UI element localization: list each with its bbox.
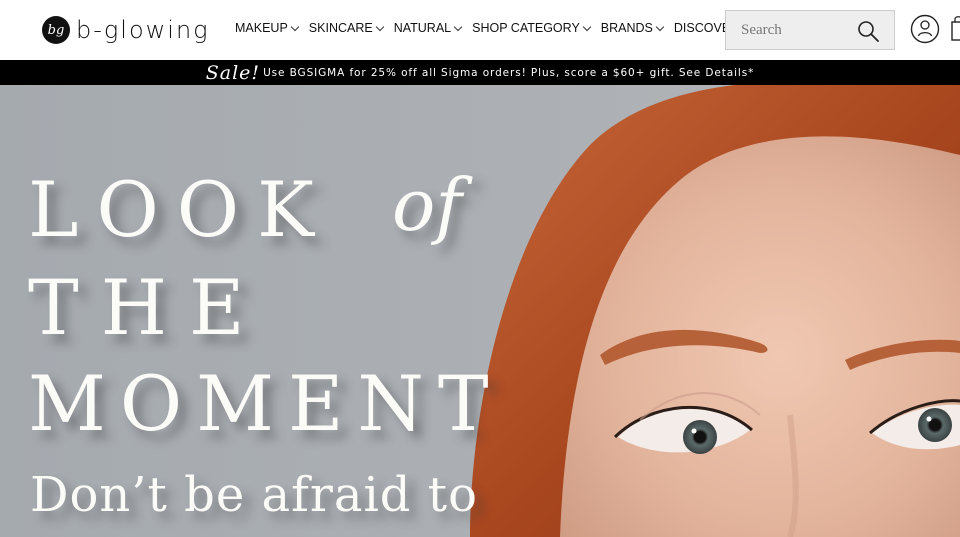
nav-label: BRANDS bbox=[600, 21, 653, 35]
hero-banner[interactable]: LOOK of THE MOMENT Don’t be afraid to bbox=[0, 85, 960, 537]
shopping-bag-icon[interactable] bbox=[950, 14, 960, 42]
hero-title-the: THE bbox=[28, 263, 267, 352]
nav-label: SHOP CATEGORY bbox=[472, 21, 580, 35]
chevron-down-icon bbox=[453, 22, 463, 31]
main-nav: MAKEUP SKINCARE NATURAL SHOP CATEGORY BR… bbox=[235, 21, 759, 35]
hero-subtitle: Don’t be afraid to bbox=[30, 467, 478, 523]
site-logo[interactable]: bg b-glowing bbox=[42, 15, 210, 45]
nav-label: NATURAL bbox=[393, 21, 452, 35]
nav-item-shop-category[interactable]: SHOP CATEGORY bbox=[472, 21, 592, 35]
user-account-icon[interactable] bbox=[910, 14, 940, 44]
hero-title-look: LOOK bbox=[28, 165, 332, 254]
nav-label: SKINCARE bbox=[308, 21, 373, 35]
hero-title-moment: MOMENT bbox=[28, 359, 503, 448]
site-header: bg b-glowing MAKEUP SKINCARE NATURAL SHO… bbox=[0, 0, 960, 60]
chevron-down-icon bbox=[290, 22, 300, 31]
promo-banner[interactable]: Sale! Use BGSIGMA for 25% off all Sigma … bbox=[0, 60, 960, 85]
chevron-down-icon bbox=[655, 22, 665, 31]
logo-mark: bg bbox=[42, 16, 70, 44]
logo-text: b-glowing bbox=[76, 16, 210, 44]
chevron-down-icon bbox=[375, 22, 384, 31]
search-input[interactable] bbox=[726, 11, 856, 49]
nav-item-skincare[interactable]: SKINCARE bbox=[308, 21, 384, 35]
hero-title-of: of bbox=[392, 163, 462, 247]
promo-sale-label: Sale! bbox=[205, 61, 261, 84]
nav-item-makeup[interactable]: MAKEUP bbox=[235, 21, 300, 35]
search-box bbox=[725, 10, 895, 50]
nav-label: MAKEUP bbox=[235, 21, 288, 35]
promo-text: Use BGSIGMA for 25% off all Sigma orders… bbox=[263, 66, 755, 79]
search-icon[interactable] bbox=[856, 19, 880, 43]
nav-item-natural[interactable]: NATURAL bbox=[393, 21, 463, 35]
chevron-down-icon bbox=[582, 22, 592, 31]
nav-item-brands[interactable]: BRANDS bbox=[600, 21, 665, 35]
